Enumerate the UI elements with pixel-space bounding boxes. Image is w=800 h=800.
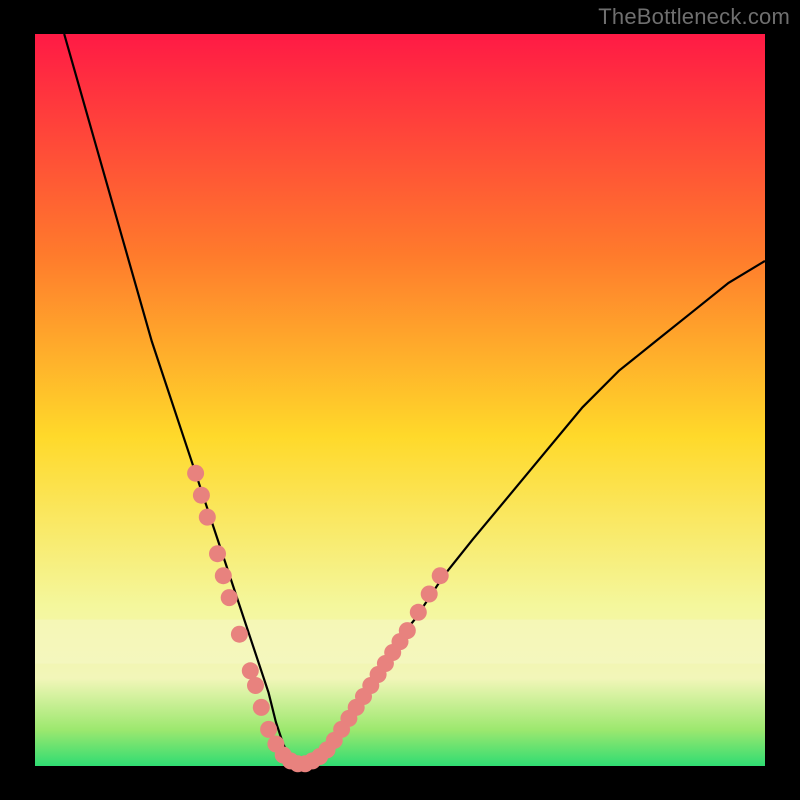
bead (231, 626, 248, 643)
bead (253, 699, 270, 716)
bead (215, 567, 232, 584)
bead (221, 589, 238, 606)
bead (242, 662, 259, 679)
bead (410, 604, 427, 621)
bead (187, 465, 204, 482)
bead (209, 545, 226, 562)
chart-stage: TheBottleneck.com (0, 0, 800, 800)
bead (199, 509, 216, 526)
bead (421, 586, 438, 603)
watermark-text: TheBottleneck.com (598, 4, 790, 30)
bead (432, 567, 449, 584)
bead (399, 622, 416, 639)
bead (260, 721, 277, 738)
bottleneck-chart-svg (0, 0, 800, 800)
bead (247, 677, 264, 694)
bead (193, 487, 210, 504)
